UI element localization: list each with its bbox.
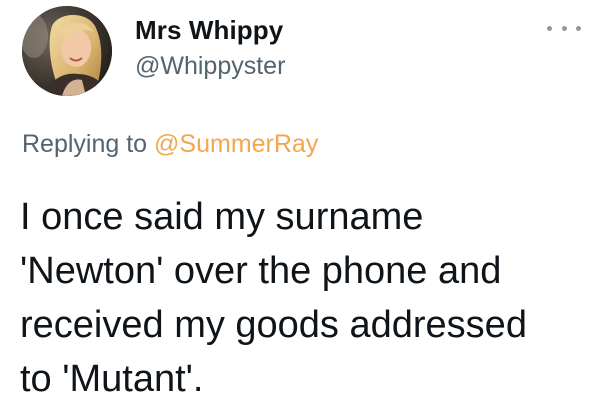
reply-mention-link[interactable]: @SummerRay xyxy=(154,130,318,158)
user-handle[interactable]: @Whippyster xyxy=(135,52,285,81)
avatar[interactable] xyxy=(22,6,112,96)
tweet-text-line: to 'Mutant'. xyxy=(20,358,204,400)
more-horizontal-icon xyxy=(561,25,567,31)
profile-photo-icon xyxy=(22,6,112,96)
tweet-text: I once said my surname 'Newton' over the… xyxy=(20,190,590,406)
more-options-button[interactable] xyxy=(547,18,581,38)
replying-to: Replying to @SummerRay xyxy=(22,130,318,159)
display-name[interactable]: Mrs Whippy xyxy=(135,15,283,46)
tweet-text-line: 'Newton' over the phone and xyxy=(20,250,502,292)
tweet-text-line: I once said my surname xyxy=(20,196,424,238)
more-horizontal-icon xyxy=(576,25,581,31)
tweet-card: Mrs Whippy @Whippyster Replying to @Summ… xyxy=(0,0,599,407)
more-horizontal-icon xyxy=(547,25,552,31)
replying-to-label: Replying to xyxy=(22,130,148,158)
tweet-text-line: received my goods addressed xyxy=(20,304,527,346)
